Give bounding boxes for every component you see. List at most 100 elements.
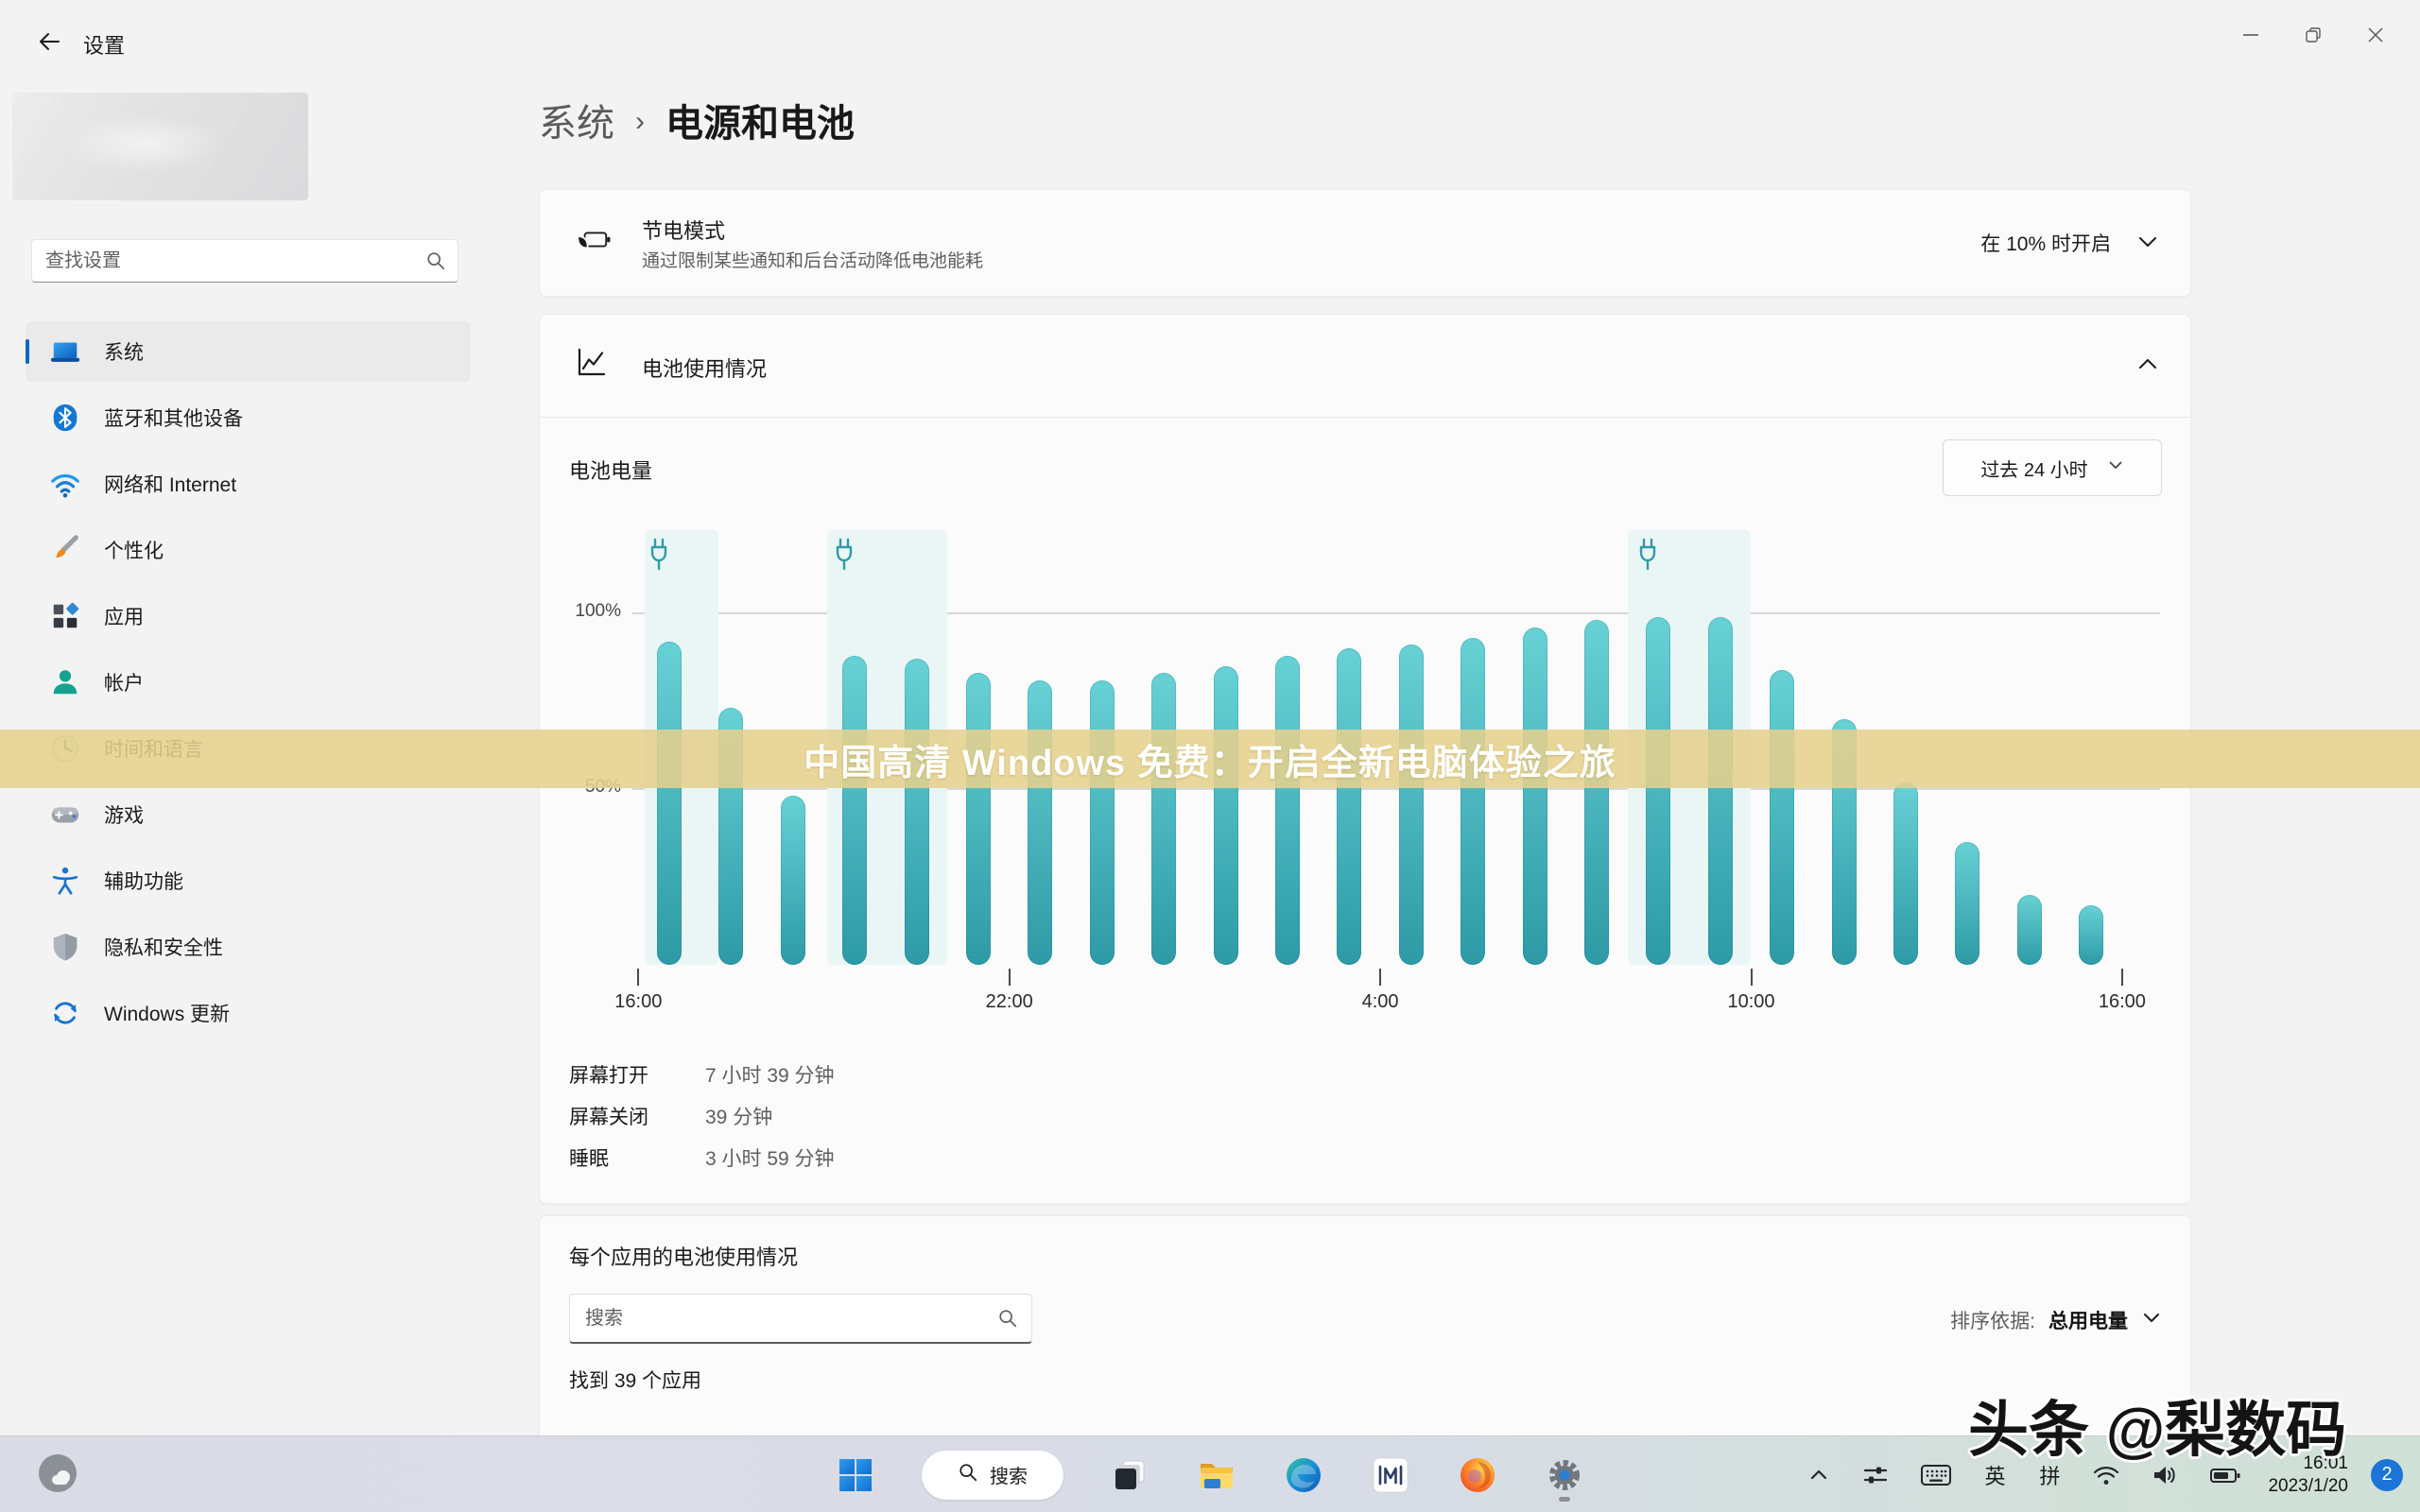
start-button[interactable] bbox=[835, 1454, 876, 1496]
moon-weather-icon bbox=[36, 1452, 79, 1500]
sidebar-item-network[interactable]: 网络和 Internet bbox=[26, 454, 471, 514]
weather-widget[interactable] bbox=[36, 1452, 79, 1500]
app-search-box bbox=[569, 1294, 1032, 1344]
battery-level-bar bbox=[1151, 673, 1176, 965]
app-search-input[interactable] bbox=[570, 1308, 997, 1330]
minimize-icon bbox=[2241, 26, 2260, 44]
x-axis-label: 4:00 bbox=[1323, 991, 1437, 1013]
clock-date: 2023/1/20 bbox=[2268, 1475, 2348, 1498]
stat-value: 7 小时 39 分钟 bbox=[705, 1060, 835, 1089]
sidebar-item-label: 帐户 bbox=[104, 668, 144, 696]
minimize-button[interactable] bbox=[2220, 13, 2282, 57]
sort-label: 排序依据: bbox=[1950, 1306, 2035, 1334]
sidebar-item-label: 个性化 bbox=[104, 536, 164, 564]
file-explorer-button[interactable] bbox=[1196, 1454, 1237, 1496]
sidebar-item-label: 隐私和安全性 bbox=[104, 933, 223, 961]
sidebar-item-privacy[interactable]: 隐私和安全性 bbox=[26, 917, 471, 977]
battery-level-bar bbox=[966, 673, 991, 965]
taskbar-search-label: 搜索 bbox=[990, 1461, 1028, 1488]
settings-window: 设置 系统 蓝牙和其他设备 bbox=[0, 0, 2420, 1512]
settings-search-input[interactable] bbox=[32, 250, 425, 272]
restore-button[interactable] bbox=[2282, 13, 2344, 57]
watermark-banner-text: 中国高清 Windows 免费：开启全新电脑体验之旅 bbox=[804, 733, 1616, 785]
accessibility-icon bbox=[49, 865, 81, 897]
bluetooth-icon bbox=[49, 402, 81, 434]
settings-app-button[interactable] bbox=[1544, 1454, 1585, 1496]
sidebar-item-system[interactable]: 系统 bbox=[26, 321, 471, 382]
notification-badge[interactable]: 2 bbox=[2371, 1459, 2403, 1491]
sort-value: 总用电量 bbox=[2048, 1306, 2128, 1334]
sidebar-item-bluetooth[interactable]: 蓝牙和其他设备 bbox=[26, 387, 471, 448]
battery-saver-icon bbox=[574, 224, 614, 261]
m-app-icon bbox=[1372, 1456, 1409, 1494]
battery-level-bar bbox=[842, 656, 867, 965]
per-app-usage-card: 每个应用的电池使用情况 排序依据: 总用电量 找到 39 个应用 bbox=[539, 1215, 2191, 1464]
battery-level-bar bbox=[657, 642, 682, 965]
user-profile-placeholder[interactable] bbox=[12, 93, 308, 200]
taskbar-search[interactable]: 搜索 bbox=[922, 1451, 1063, 1500]
sidebar-item-accounts[interactable]: 帐户 bbox=[26, 652, 471, 713]
taskbar-center: 搜索 bbox=[835, 1436, 1585, 1512]
battery-saver-subtitle: 通过限制某些通知和后台活动降低电池能耗 bbox=[642, 247, 983, 272]
shield-icon bbox=[49, 931, 81, 963]
sort-dropdown[interactable]: 排序依据: 总用电量 bbox=[1950, 1306, 2162, 1334]
sidebar-item-gaming[interactable]: 游戏 bbox=[26, 784, 471, 845]
update-icon bbox=[49, 997, 81, 1029]
close-icon bbox=[2366, 26, 2385, 44]
battery-saver-title: 节电模式 bbox=[642, 215, 725, 245]
battery-level-bar bbox=[1090, 680, 1115, 965]
chevron-down-icon bbox=[2141, 1307, 2162, 1333]
stat-row: 屏幕关闭 39 分钟 bbox=[569, 1095, 835, 1137]
breadcrumb-parent[interactable]: 系统 bbox=[539, 93, 614, 147]
m-app-button[interactable] bbox=[1370, 1454, 1411, 1496]
file-explorer-icon bbox=[1198, 1456, 1236, 1494]
x-axis-tick bbox=[2121, 969, 2123, 986]
sidebar-item-label: Windows 更新 bbox=[104, 999, 230, 1027]
wifi-icon bbox=[49, 468, 81, 500]
x-axis-tick bbox=[1009, 969, 1011, 986]
app-title: 设置 bbox=[83, 29, 125, 60]
x-axis-tick bbox=[1751, 969, 1753, 986]
charging-plug-icon bbox=[832, 538, 856, 572]
close-button[interactable] bbox=[2344, 13, 2407, 57]
task-view-button[interactable] bbox=[1109, 1454, 1150, 1496]
brush-icon bbox=[49, 534, 81, 566]
battery-level-bar bbox=[1584, 620, 1609, 965]
battery-level-bar bbox=[1893, 782, 1918, 965]
firefox-button[interactable] bbox=[1457, 1454, 1498, 1496]
settings-search-box bbox=[31, 239, 458, 283]
battery-level-bar bbox=[1646, 617, 1670, 965]
battery-level-bar bbox=[1461, 638, 1485, 965]
back-arrow-icon bbox=[33, 27, 61, 60]
battery-saver-card: 节电模式 通过限制某些通知和后台活动降低电池能耗 在 10% 时开启 bbox=[539, 189, 2191, 297]
sidebar-item-apps[interactable]: 应用 bbox=[26, 586, 471, 646]
stat-label: 屏幕打开 bbox=[569, 1060, 705, 1089]
back-button[interactable] bbox=[26, 25, 68, 62]
battery-level-bar bbox=[1708, 617, 1733, 965]
stat-label: 睡眠 bbox=[569, 1143, 705, 1172]
battery-saver-setting[interactable]: 在 10% 时开启 bbox=[1980, 190, 2160, 296]
charging-plug-icon bbox=[1635, 538, 1660, 572]
sidebar-item-windows-update[interactable]: Windows 更新 bbox=[26, 983, 471, 1043]
battery-level-bar bbox=[1399, 644, 1424, 965]
search-icon bbox=[958, 1462, 978, 1488]
touch-keyboard-button[interactable] bbox=[1916, 1457, 1956, 1493]
sidebar-item-accessibility[interactable]: 辅助功能 bbox=[26, 850, 471, 911]
keyboard-icon bbox=[1920, 1461, 1952, 1489]
stat-row: 睡眠 3 小时 59 分钟 bbox=[569, 1137, 835, 1178]
per-app-usage-title: 每个应用的电池使用情况 bbox=[569, 1241, 798, 1271]
x-axis-tick bbox=[1379, 969, 1381, 986]
sidebar-item-personalization[interactable]: 个性化 bbox=[26, 520, 471, 580]
edge-browser-button[interactable] bbox=[1283, 1454, 1324, 1496]
system-icon bbox=[49, 335, 81, 368]
hardware-settings-button[interactable] bbox=[1858, 1457, 1893, 1493]
task-view-icon bbox=[1112, 1457, 1148, 1493]
sliders-icon bbox=[1861, 1461, 1890, 1489]
app-result-count: 找到 39 个应用 bbox=[569, 1366, 701, 1394]
battery-level-bar bbox=[781, 796, 805, 965]
x-axis-label: 16:00 bbox=[581, 991, 695, 1013]
gear-icon bbox=[1546, 1456, 1583, 1494]
active-app-indicator bbox=[1559, 1497, 1570, 1502]
account-icon bbox=[49, 666, 81, 698]
tray-overflow-button[interactable] bbox=[1803, 1459, 1835, 1491]
